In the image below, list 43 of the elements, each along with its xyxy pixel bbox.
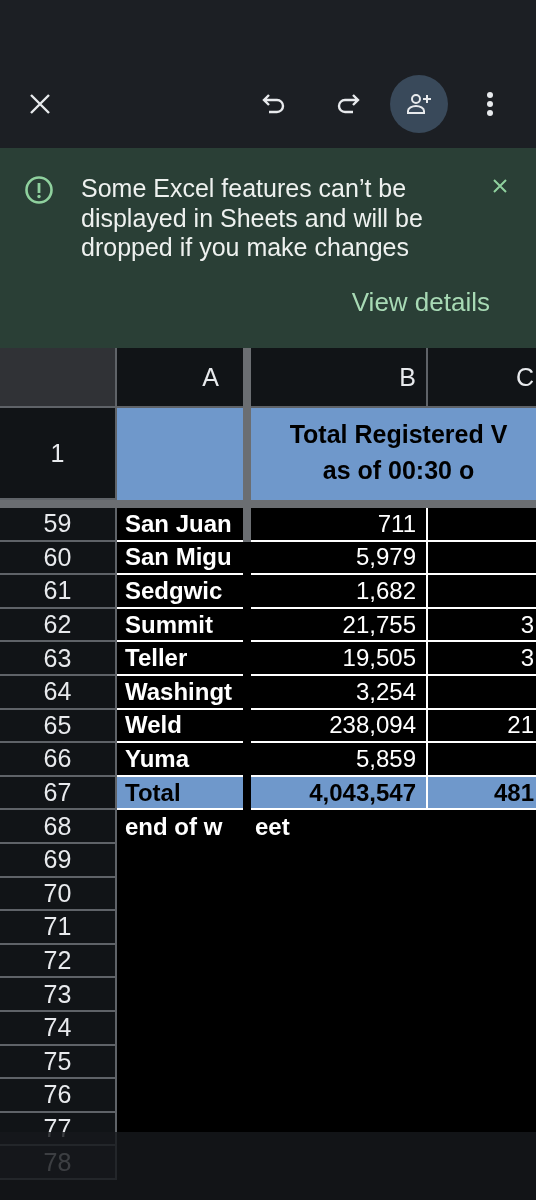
more-icon bbox=[486, 91, 494, 117]
row-header[interactable]: 61 bbox=[0, 575, 117, 609]
row-header[interactable]: 68 bbox=[0, 810, 117, 844]
close-icon bbox=[28, 92, 52, 116]
table-cell: 481 bbox=[428, 776, 536, 811]
close-icon bbox=[492, 178, 508, 194]
add-person-icon bbox=[406, 93, 432, 115]
row-header[interactable]: 60 bbox=[0, 541, 117, 576]
row-header[interactable]: 1 bbox=[0, 408, 117, 500]
column-header[interactable]: C bbox=[428, 348, 536, 408]
row-header[interactable]: 76 bbox=[0, 1079, 117, 1113]
redo-icon bbox=[335, 92, 361, 116]
view-details-button[interactable]: View details bbox=[351, 286, 512, 318]
row-header[interactable]: 67 bbox=[0, 776, 117, 811]
table-cell: 4,043,547 bbox=[251, 776, 428, 811]
table-cell: Total bbox=[117, 776, 243, 811]
table-cell: Total Registered V as of 00:30 o bbox=[251, 408, 536, 500]
row-header[interactable]: 74 bbox=[0, 1011, 117, 1046]
row-header[interactable]: 63 bbox=[0, 642, 117, 676]
table-cell: 3,254 bbox=[251, 675, 428, 710]
row-header[interactable]: 65 bbox=[0, 709, 117, 744]
row-header[interactable]: 73 bbox=[0, 978, 117, 1012]
row-header[interactable]: 71 bbox=[0, 911, 117, 945]
table-cell: 5,979 bbox=[251, 541, 428, 576]
table-cell: 1,682 bbox=[251, 575, 428, 609]
row-header[interactable]: 59 bbox=[0, 508, 117, 542]
row-header[interactable]: 70 bbox=[0, 877, 117, 912]
undo-icon bbox=[261, 92, 287, 116]
row-header[interactable]: 66 bbox=[0, 743, 117, 777]
table-cell: 711 bbox=[251, 508, 428, 542]
table-cell: 238,094 bbox=[251, 709, 428, 744]
column-header[interactable]: B bbox=[251, 348, 428, 408]
table-cell: 21,755 bbox=[251, 608, 428, 643]
row-header[interactable]: 75 bbox=[0, 1045, 117, 1080]
table-cell: 19,505 bbox=[251, 642, 428, 676]
row-header[interactable]: 72 bbox=[0, 944, 117, 979]
column-header[interactable]: A bbox=[117, 348, 243, 408]
row-header[interactable]: 64 bbox=[0, 675, 117, 710]
row-header[interactable]: 69 bbox=[0, 843, 117, 878]
warning-message: Some Excel features can’t be displayed in Sheets and will be dropped if you make changes bbox=[81, 174, 424, 263]
row-header[interactable]: 62 bbox=[0, 608, 117, 643]
warning-icon bbox=[24, 175, 54, 205]
table-cell: 5,859 bbox=[251, 743, 428, 777]
